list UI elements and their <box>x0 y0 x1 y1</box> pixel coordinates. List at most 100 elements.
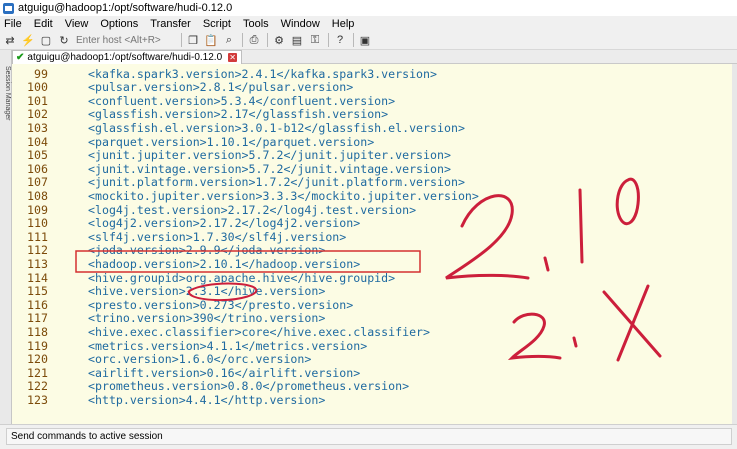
code-text: <trino.version>390</trino.version> <box>88 311 326 326</box>
line-number: 110 <box>27 216 48 231</box>
code-text: <log4j2.version>2.17.2</log4j2.version> <box>88 216 361 231</box>
vertical-scrollbar[interactable] <box>732 64 737 424</box>
toolbar-separator <box>353 33 354 47</box>
line-number: 120 <box>27 352 48 367</box>
code-text: <glassfish.el.version>3.0.1-b12</glassfi… <box>88 120 465 135</box>
menu-help[interactable]: Help <box>332 18 355 30</box>
terminal-line: 99 <kafka.spark3.version>2.4.1</kafka.spa… <box>12 67 732 82</box>
code-text: <joda.version>2.9.9</joda.version> <box>88 243 326 258</box>
terminal-view[interactable]: 99 <kafka.spark3.version>2.4.1</kafka.spa… <box>12 64 732 424</box>
terminal-line: 107 <junit.platform.version>1.7.2</junit.… <box>12 176 732 190</box>
global-options-icon[interactable]: ▤ <box>289 32 305 48</box>
terminal-line: 117 <trino.version>390</trino.version> <box>12 312 732 326</box>
code-text: <orc.version>1.6.0</orc.version> <box>88 352 312 367</box>
code-text: <glassfish.version>2.17</glassfish.versi… <box>88 107 389 122</box>
line-number: 102 <box>27 107 48 122</box>
toolbar-separator <box>267 33 268 47</box>
terminal-line: 100 <pulsar.version>2.8.1</pulsar.version… <box>12 80 732 95</box>
title-bar: atguigu@hadoop1:/opt/software/hudi-0.12.… <box>0 0 737 16</box>
line-number: 122 <box>27 379 48 394</box>
terminal-line: 111 <slf4j.version>1.7.30</slf4j.version> <box>12 229 732 245</box>
line-number: 114 <box>27 270 48 285</box>
help-icon[interactable]: ? <box>332 32 348 48</box>
connect-icon[interactable]: ⇄ <box>2 32 18 48</box>
paste-icon[interactable]: 📋 <box>203 32 219 48</box>
code-text: <junit.vintage.version>5.7.2</junit.vint… <box>88 161 451 176</box>
line-number: 101 <box>27 93 48 108</box>
terminal-line: 120 <orc.version>1.6.0</orc.version> <box>12 352 732 367</box>
terminal-line: 110 <log4j2.version>2.17.2</log4j2.versio… <box>12 216 732 231</box>
code-text: <hadoop.version>2.10.1</hadoop.version> <box>88 256 361 271</box>
terminal-line: 104 <parquet.version>1.10.1</parquet.vers… <box>12 134 732 150</box>
line-number: 109 <box>27 202 48 217</box>
toolbar-separator <box>181 33 182 47</box>
code-text: <metrics.version>4.1.1</metrics.version> <box>88 338 368 353</box>
print-icon[interactable]: ⎙ <box>246 32 262 48</box>
line-number: 117 <box>27 311 48 326</box>
settings-icon[interactable]: ⚙ <box>271 32 287 48</box>
find-icon[interactable]: ⌕ <box>221 32 237 48</box>
line-number: 104 <box>27 134 48 149</box>
line-number: 106 <box>27 161 48 176</box>
toolbar: ⇄ ⚡ ▢ ↻ ❐ 📋 ⌕ ⎙ ⚙ ▤ ⚿ ? ▣ <box>0 31 737 50</box>
code-text: <mockito.jupiter.version>3.3.3</mockito.… <box>88 188 479 203</box>
session-tab-label: atguigu@hadoop1:/opt/software/hudi-0.12.… <box>27 52 223 63</box>
reconnect-icon[interactable]: ↻ <box>56 32 72 48</box>
code-text: <slf4j.version>1.7.30</slf4j.version> <box>88 229 347 244</box>
terminal-line: 105 <junit.jupiter.version>5.7.2</junit.j… <box>12 148 732 163</box>
menu-script[interactable]: Script <box>203 18 231 30</box>
line-number: 105 <box>27 148 48 163</box>
terminal-line: 118 <hive.exec.classifier>core</hive.exec… <box>12 324 732 340</box>
menu-file[interactable]: File <box>4 18 22 30</box>
line-number: 113 <box>27 256 48 271</box>
code-text: <log4j.test.version>2.17.2</log4j.test.v… <box>88 202 417 217</box>
terminal-line: 122 <prometheus.version>0.8.0</prometheus… <box>12 380 732 394</box>
securecrt-app-icon <box>3 2 14 14</box>
code-text: <junit.platform.version>1.7.2</junit.pla… <box>88 175 465 190</box>
code-text: <parquet.version>1.10.1</parquet.version… <box>88 134 375 149</box>
session-tab[interactable]: ✔ atguigu@hadoop1:/opt/software/hudi-0.1… <box>12 50 243 64</box>
line-number: 118 <box>27 324 48 339</box>
menu-view[interactable]: View <box>65 18 89 30</box>
code-text: <confluent.version>5.3.4</confluent.vers… <box>88 93 396 108</box>
terminal-line: 123 <http.version>4.4.1</http.version> <box>12 393 732 408</box>
menu-edit[interactable]: Edit <box>34 18 53 30</box>
session-manager-tab[interactable]: Session Manager <box>1 58 11 128</box>
line-number: 108 <box>27 188 48 203</box>
send-commands-bar[interactable]: Send commands to active session <box>6 428 732 445</box>
terminal-line: 113 <hadoop.version>2.10.1</hadoop.versio… <box>12 256 732 272</box>
code-text: <junit.jupiter.version>5.7.2</junit.jupi… <box>88 148 451 163</box>
terminal-line: 121 <airlift.version>0.16</airlift.versio… <box>12 365 732 381</box>
line-number: 103 <box>27 120 48 135</box>
menu-tools[interactable]: Tools <box>243 18 269 30</box>
code-text: <airlift.version>0.16</airlift.version> <box>88 365 361 380</box>
sftp-icon[interactable]: ▣ <box>357 32 373 48</box>
code-text: <hive.version>2.3.1</hive.version> <box>88 284 326 299</box>
terminal-line: 102 <glassfish.version>2.17</glassfish.ve… <box>12 108 732 122</box>
host-input[interactable] <box>74 32 174 48</box>
quick-connect-icon[interactable]: ⚡ <box>20 32 36 48</box>
terminal-line: 116 <presto.version>0.273</presto.version… <box>12 297 732 313</box>
menu-transfer[interactable]: Transfer <box>150 18 191 30</box>
key-icon[interactable]: ⚿ <box>307 32 323 48</box>
copy-icon[interactable]: ❐ <box>185 32 201 48</box>
code-text: <pulsar.version>2.8.1</pulsar.version> <box>88 80 354 95</box>
toolbar-separator <box>328 33 329 47</box>
connected-check-icon: ✔ <box>16 52 25 63</box>
code-text: <hive.groupid>org.apache.hive</hive.grou… <box>88 270 396 285</box>
code-text: <presto.version>0.273</presto.version> <box>88 297 354 312</box>
connect-tab-icon[interactable]: ▢ <box>38 32 54 48</box>
code-text: <hive.exec.classifier>core</hive.exec.cl… <box>88 324 431 339</box>
line-number: 112 <box>27 243 48 258</box>
terminal-line: 103 <glassfish.el.version>3.0.1-b12</glas… <box>12 120 732 136</box>
menu-options[interactable]: Options <box>100 18 138 30</box>
terminal-line: 112 <joda.version>2.9.9</joda.version> <box>12 244 732 258</box>
line-number: 116 <box>27 297 48 312</box>
menu-window[interactable]: Window <box>281 18 320 30</box>
toolbar-separator <box>242 33 243 47</box>
session-manager-panel: Session Manager <box>0 50 12 424</box>
close-tab-icon[interactable]: ✕ <box>228 53 238 62</box>
line-number: 119 <box>27 338 48 353</box>
terminal-line: 106 <junit.vintage.version>5.7.2</junit.v… <box>12 161 732 177</box>
line-number: 111 <box>27 229 48 244</box>
